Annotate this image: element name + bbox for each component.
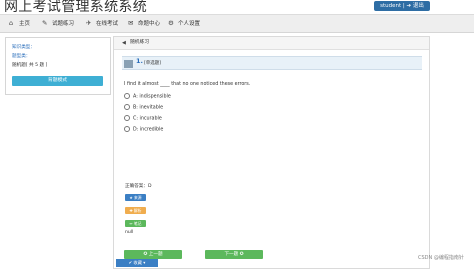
next-question-button[interactable]: 下一题 ✪ (205, 250, 263, 259)
option-d[interactable]: D: incredible (124, 126, 163, 133)
top-header: 网上考试管理系统系统 student | ➔ 退出 (0, 0, 474, 15)
correct-answer: 正确答案：D (125, 184, 152, 189)
nav-item-settings[interactable]: ⚙ 个人设置 (168, 15, 200, 32)
option-label: C: incurable (133, 116, 162, 122)
random-count-label: 随机题[ 共 5 题 ] (12, 63, 48, 68)
memorize-mode-button[interactable]: 背题模式 (12, 76, 103, 86)
question-type: [单选题] (144, 61, 162, 66)
question-type-label[interactable]: 题型类： (12, 53, 30, 59)
chat-icon: ✉ (128, 19, 134, 27)
source-button[interactable]: ★ 来源 (125, 194, 146, 201)
paper-plane-icon: ◀ (122, 40, 126, 46)
nav-label-settings: 个人设置 (178, 21, 201, 27)
question-number: 1. (136, 57, 143, 65)
panel-title: 随机练习 (130, 40, 150, 45)
panel-header: ◀ 随机练习 (114, 37, 429, 50)
explanation-text: null (125, 230, 134, 235)
question-badge-icon (124, 60, 133, 68)
prev-question-button[interactable]: ✪ 上一题 (124, 250, 182, 259)
radio-icon[interactable] (124, 115, 130, 121)
watermark: CSDN @编程指南针 (418, 255, 464, 261)
practice-panel: ◀ 随机练习 1. [单选题] I find it almost ____ th… (113, 36, 430, 269)
nav-item-question-center[interactable]: ✉ 命题中心 (128, 15, 160, 32)
option-a[interactable]: A: indispensible (124, 93, 171, 100)
send-icon: ✈ (86, 19, 92, 27)
collect-button[interactable]: ✔ 收藏 ▾ (116, 259, 158, 267)
main-nav: ⌂ 主页 ✎ 试题练习 ✈ 在线考试 ✉ 命题中心 ⚙ 个人设置 (0, 14, 474, 33)
settings-icon: ⚙ (168, 19, 174, 27)
nav-label-home: 主页 (19, 21, 31, 27)
filter-sidebar: 知识类型： 题型类： 随机题[ 共 5 题 ] 背题模式 (5, 37, 111, 95)
note-button[interactable]: ✏ 笔记 (125, 220, 146, 227)
nav-item-home[interactable]: ⌂ 主页 (9, 15, 30, 32)
knowledge-type-label[interactable]: 知识类型： (12, 44, 35, 50)
nav-label-exam: 在线考试 (96, 21, 119, 27)
question-text: I find it almost ____ that no one notice… (124, 82, 251, 87)
user-logout-button[interactable]: student | ➔ 退出 (374, 1, 430, 11)
question-header: 1. [单选题] (122, 56, 422, 70)
edit-icon: ✎ (42, 19, 48, 27)
nav-label-practice: 试题练习 (52, 21, 75, 27)
radio-icon[interactable] (124, 104, 130, 110)
radio-icon[interactable] (124, 93, 130, 99)
explain-button[interactable]: ✚ 解析 (125, 207, 146, 214)
option-label: D: incredible (133, 127, 164, 133)
option-label: B: inevitable (133, 105, 164, 111)
nav-item-exam[interactable]: ✈ 在线考试 (86, 15, 118, 32)
nav-item-practice[interactable]: ✎ 试题练习 (42, 15, 74, 32)
option-label: A: indispensible (133, 94, 171, 100)
option-c[interactable]: C: incurable (124, 115, 162, 122)
radio-icon[interactable] (124, 126, 130, 132)
option-b[interactable]: B: inevitable (124, 104, 163, 111)
nav-label-question-center: 命题中心 (138, 21, 161, 27)
home-icon: ⌂ (9, 19, 14, 27)
